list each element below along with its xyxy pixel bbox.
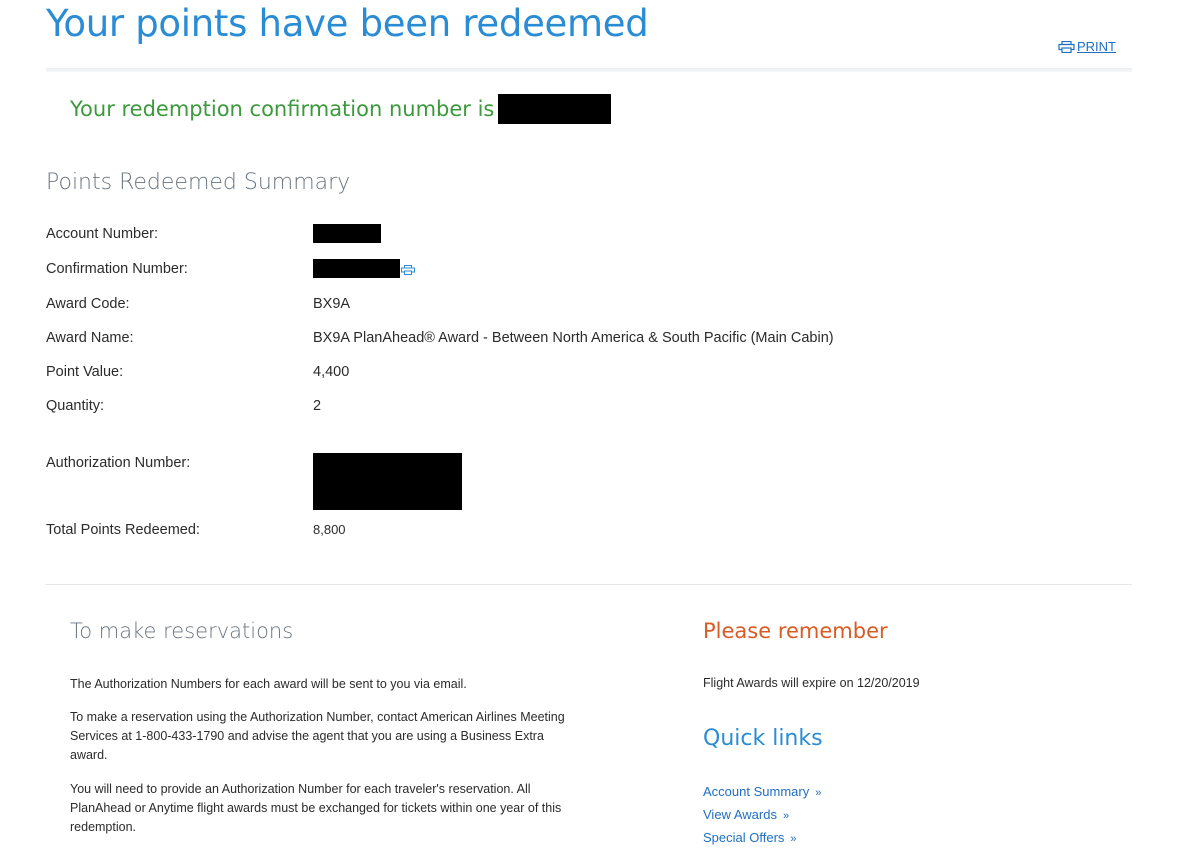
- page-title: Your points have been redeemed: [46, 2, 649, 45]
- point-value-label: Point Value:: [46, 364, 124, 380]
- chevron-right-icon: »: [782, 810, 790, 822]
- reservations-title: To make reservations: [70, 619, 294, 643]
- reservations-paragraph: You will need to provide an Authorizatio…: [70, 782, 562, 834]
- award-code-value: BX9A: [313, 296, 351, 312]
- award-code-label: Award Code:: [46, 296, 130, 312]
- redacted-confirmation-number: [498, 94, 612, 124]
- special-offers-label: Special Offers: [703, 830, 785, 845]
- confirmation-message: Your redemption confirmation number is: [70, 94, 612, 124]
- confirmation-text: Your redemption confirmation number is: [70, 97, 495, 121]
- total-points-label: Total Points Redeemed:: [46, 522, 200, 538]
- reservations-paragraph: To make a reservation using the Authoriz…: [70, 710, 565, 762]
- chevron-right-icon: »: [815, 787, 822, 799]
- quick-link-item: Special Offers »: [703, 827, 821, 850]
- total-points-value: 8,800: [313, 522, 346, 537]
- account-number-label: Account Number:: [46, 226, 159, 242]
- view-awards-link[interactable]: View Awards »: [703, 807, 789, 822]
- remember-title: Please remember: [703, 619, 888, 643]
- view-awards-label: View Awards: [703, 807, 777, 822]
- summary-title: Points Redeemed Summary: [46, 170, 351, 195]
- print-button[interactable]: PRINT: [1058, 39, 1116, 54]
- header-divider: [46, 68, 1132, 72]
- quantity-label: Quantity:: [46, 398, 105, 414]
- award-name-value: BX9A PlanAhead® Award - Between North Am…: [313, 330, 834, 346]
- section-divider: [46, 584, 1132, 585]
- reservations-paragraph: The Authorization Numbers for each award…: [70, 677, 467, 691]
- point-value-value: 4,400: [313, 364, 350, 380]
- account-summary-link[interactable]: Account Summary »: [703, 784, 821, 799]
- print-confirmation-icon[interactable]: [401, 262, 415, 280]
- authorization-number-label: Authorization Number:: [46, 455, 191, 471]
- remember-text: Flight Awards will expire on 12/20/2019: [703, 676, 920, 690]
- print-label: PRINT: [1077, 39, 1116, 54]
- special-offers-link[interactable]: Special Offers »: [703, 830, 797, 845]
- quantity-value: 2: [313, 398, 322, 414]
- redacted-authorization-number: [313, 453, 462, 510]
- quick-link-item: Account Summary »: [703, 781, 821, 804]
- quick-links-list: Account Summary » View Awards » Special Of…: [703, 781, 821, 850]
- chevron-right-icon: »: [790, 833, 797, 845]
- quick-links-title: Quick links: [703, 726, 823, 751]
- printer-icon: [1058, 40, 1075, 53]
- quick-link-item: View Awards »: [703, 804, 821, 827]
- redacted-account-number: [313, 224, 381, 243]
- award-name-label: Award Name:: [46, 330, 134, 346]
- confirmation-number-label: Confirmation Number:: [46, 261, 188, 277]
- account-summary-label: Account Summary: [703, 784, 810, 799]
- redacted-confirmation-number-value: [313, 259, 400, 278]
